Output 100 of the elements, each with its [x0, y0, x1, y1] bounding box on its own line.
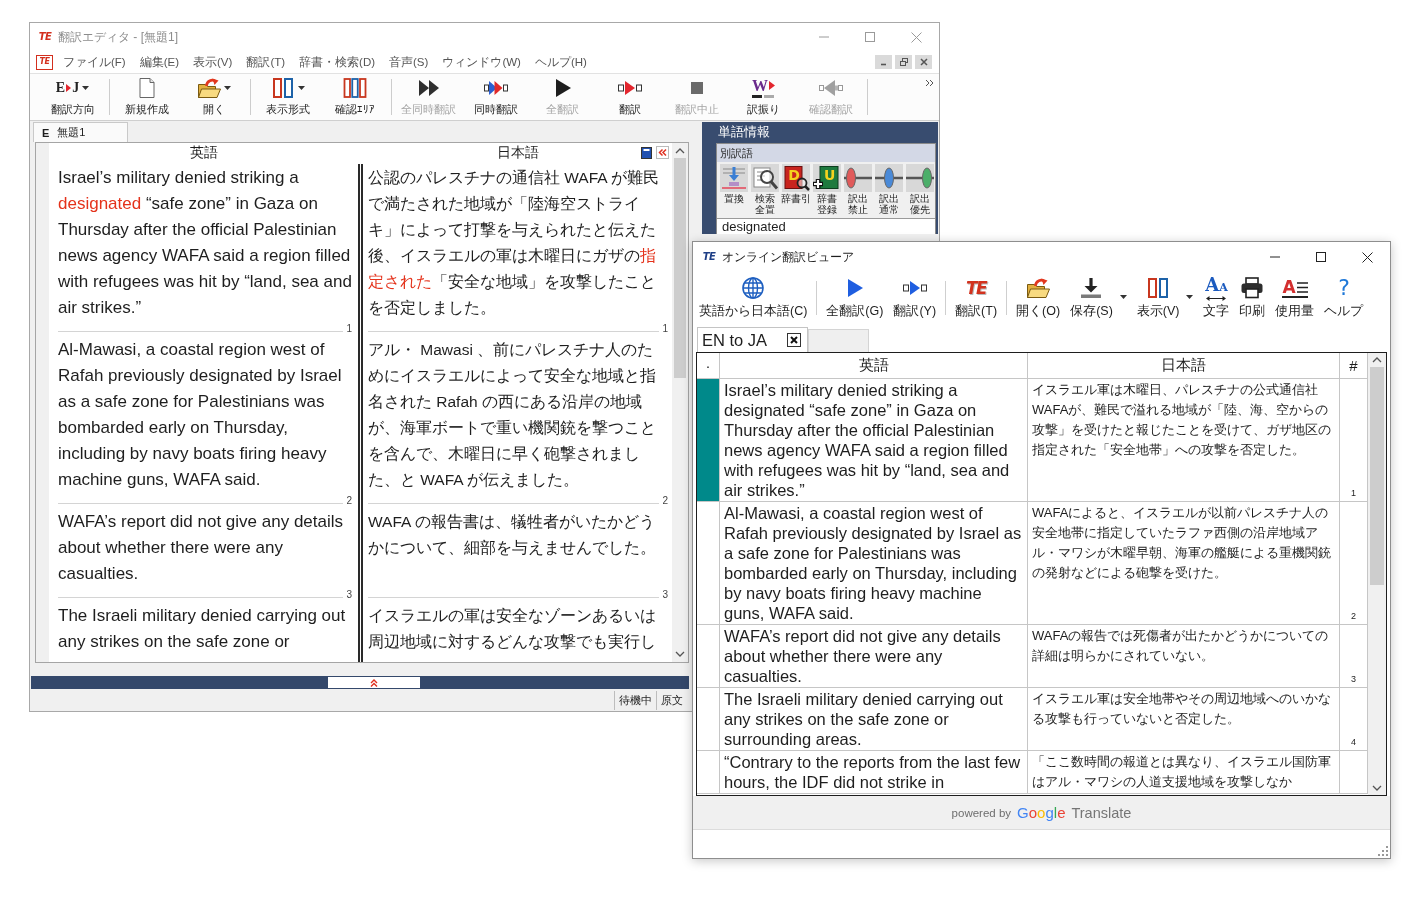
source-text: The Israeli military denied carrying out any strikes on the safe zone or surrounding areas.	[720, 688, 1028, 751]
normal-button[interactable]: 訳出 通常	[873, 164, 905, 215]
menu-item[interactable]: ウィンドウ(W)	[435, 52, 528, 72]
translate-button[interactable]: 翻訳	[596, 74, 663, 120]
document-window-icon[interactable]: TE	[36, 54, 53, 70]
minimize-icon	[1270, 256, 1280, 258]
translation-text: 「ここ数時間の報道とは異なり、イスラエル国防軍はアル・マワシの人道支援地域を攻撃しなか	[1028, 751, 1340, 794]
folder-icon	[196, 76, 221, 100]
line-marker-icon	[874, 164, 903, 192]
translate-all-button[interactable]: 全翻訳(G)	[821, 272, 889, 322]
scroll-up-icon[interactable]	[1372, 357, 1382, 363]
double-chevron-up-icon	[370, 678, 378, 687]
menu-item[interactable]: ヘルプ(H)	[527, 52, 594, 72]
panel-icon[interactable]	[640, 146, 653, 159]
close-icon[interactable]	[787, 333, 802, 347]
menu-item[interactable]: 辞書・検索(D)	[292, 52, 383, 72]
row-marker[interactable]	[697, 688, 720, 751]
close-button[interactable]	[915, 55, 932, 69]
book-add-icon: U	[813, 164, 841, 192]
direction-button[interactable]: E J 翻訳方向	[39, 74, 106, 120]
usage-button[interactable]: A 使用量	[1270, 272, 1320, 322]
window-title: 翻訳エディタ - [無題1]	[58, 28, 178, 46]
open-button[interactable]: 開く(O)	[1011, 272, 1066, 322]
editor-button[interactable]: TE 翻訳(T)	[950, 272, 1003, 322]
minimize-icon	[819, 36, 829, 38]
sync-button[interactable]: 同時翻訳	[462, 74, 529, 120]
save-button[interactable]: 保存(S)	[1065, 272, 1132, 322]
scrollbar[interactable]	[1368, 353, 1386, 795]
caret-icon	[82, 86, 90, 90]
resize-grip-icon[interactable]	[1378, 846, 1388, 856]
segment-number: 3	[346, 589, 352, 600]
new-button[interactable]: 新規作成	[113, 74, 180, 120]
panel-title: 単語情報	[717, 123, 771, 141]
search-replace-button[interactable]: 検索 全置	[749, 164, 781, 215]
assign-button[interactable]: W 訳振り	[730, 74, 797, 120]
magnifier-document-icon	[751, 164, 780, 192]
line-marker-icon	[843, 164, 872, 192]
menu-item[interactable]: ファイル(F)	[56, 52, 133, 72]
font-button[interactable]: AA 文字	[1198, 272, 1235, 322]
dictionary-lookup-button[interactable]: D 辞書引	[780, 164, 812, 215]
confirm-area-button[interactable]: 確認ｴﾘｱ	[321, 74, 388, 120]
help-button[interactable]: ? ヘルプ	[1319, 272, 1369, 322]
scroll-up-icon[interactable]	[675, 148, 685, 154]
segment-number: 1	[346, 323, 352, 334]
caret-icon	[297, 86, 305, 90]
row-marker[interactable]	[697, 625, 720, 688]
menu-item[interactable]: 音声(S)	[382, 52, 436, 72]
translation-text: WAFAの報告では死傷者が出たかどうかについての詳細は明らかにされていない。	[1028, 625, 1340, 688]
scrollbar-thumb[interactable]	[1370, 367, 1384, 585]
splitter-bar[interactable]	[31, 676, 689, 689]
prefer-button[interactable]: 訳出 優先	[904, 164, 935, 215]
scrollbar[interactable]	[672, 143, 688, 662]
row-marker[interactable]	[697, 379, 720, 502]
layout-button[interactable]: 表示形式	[254, 74, 321, 120]
two-columns-icon	[270, 76, 295, 100]
layout-button[interactable]: 表示(V)	[1131, 272, 1199, 322]
three-columns-icon	[342, 76, 367, 100]
menu-item[interactable]: 翻訳(T)	[239, 52, 293, 72]
column-header: 日本語	[1028, 353, 1340, 379]
translated-sentence: イスラエルの軍は安全なゾーンあるいは周辺地域に対するどんな攻撃でも実行し	[368, 606, 657, 652]
translated-sentence: 公認のパレスチナの通信社 WAFA が難民で満たされた地域が「陸海空ストライキ」によって打撃を与えられたと伝えた後、イスラエルの軍は木曜日にガザの指定された「安全な地域」を攻撃したことを否定しました。	[368, 168, 661, 318]
translated-sentence: WAFA の報告書は、犠牲者がいたかどうかについて、細部を与えませんでした。	[368, 512, 657, 558]
status-text: 待機中	[614, 691, 656, 710]
maximize-icon	[1316, 252, 1326, 262]
open-button[interactable]: 開く	[180, 74, 247, 120]
replace-button[interactable]: 置換	[719, 164, 750, 215]
two-columns-icon	[1146, 276, 1171, 300]
double-chevron-left-icon[interactable]	[656, 146, 669, 159]
book-search-icon: D	[782, 164, 811, 192]
replace-icon	[720, 164, 749, 192]
source-sentence: The Israeli military denied carrying out any strikes on the safe zone or	[58, 605, 347, 653]
row-marker[interactable]	[697, 751, 720, 794]
row-marker[interactable]	[697, 502, 720, 625]
source-text: “Contrary to the reports from the last few hours, the IDF did not strike in	[720, 751, 1028, 794]
document-tab[interactable]: E 無題1	[33, 122, 128, 142]
restore-button[interactable]	[895, 55, 912, 69]
scrollbar-thumb[interactable]	[674, 158, 686, 378]
language-pair-button[interactable]: 英語から日本語(C)	[694, 272, 813, 322]
scroll-down-icon[interactable]	[675, 651, 685, 657]
maximize-icon	[865, 32, 875, 42]
double-chevron-icon[interactable]	[925, 79, 934, 87]
column-header: 日本語	[496, 144, 539, 161]
scroll-down-icon[interactable]	[1372, 785, 1382, 791]
segment-number: 2	[346, 495, 352, 506]
source-sentence: Israel’s military denied striking a designated “safe zone” in Gaza on Thursday after the official Palestinian news agency WAFA said a region filled with refugees was hit by “land, sea and air strikes.”	[58, 167, 352, 319]
translation-text: WAFAによると、イスラエルが以前パレスチナ人の安全地帯に指定していたラファ西側の沿岸地域アル・マワシが木曜早朝、海軍の艦艇による重機関銃の発射などによる砲撃を受けた。	[1028, 502, 1340, 625]
suppress-button[interactable]: 訳出 禁止	[842, 164, 874, 215]
translate-button[interactable]: 翻訳(Y)	[888, 272, 942, 322]
caret-icon	[223, 86, 231, 90]
tab[interactable]: EN to JA	[697, 327, 809, 352]
menu-item[interactable]: 編集(E)	[132, 52, 187, 72]
print-button[interactable]: 印刷	[1234, 272, 1271, 322]
dictionary-register-button[interactable]: U 辞書 登録	[811, 164, 843, 215]
segment-number: 3	[662, 589, 668, 600]
menu-item[interactable]: 表示(V)	[186, 52, 240, 72]
close-icon	[919, 58, 928, 66]
source-text: Israel’s military denied striking a designated “safe zone” in Gaza on Thursday after the official Palestinian news agency WAFA said a region filled with refugees was hit by “land, sea and air strikes.”	[720, 379, 1028, 502]
word-field[interactable]: designated	[717, 218, 935, 234]
splitter-handle[interactable]	[328, 677, 420, 688]
close-icon	[910, 31, 922, 43]
